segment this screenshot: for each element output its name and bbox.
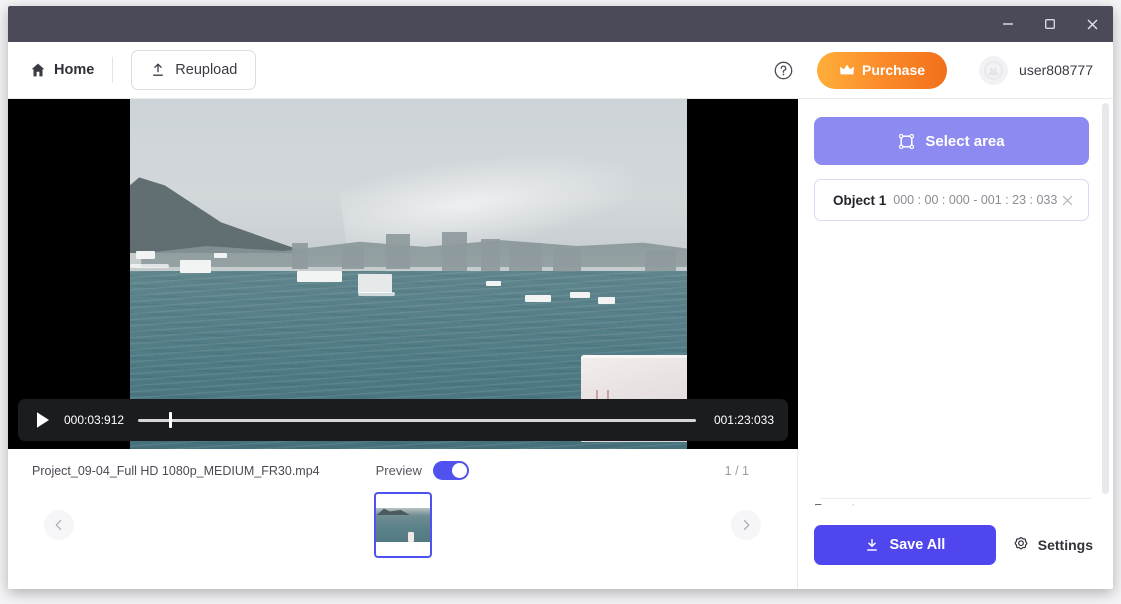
preview-label: Preview	[375, 463, 422, 478]
video-wake	[358, 291, 395, 296]
video-boat	[570, 291, 590, 298]
video-boat	[135, 251, 155, 259]
player-controls: 000:03:912 001:23:033	[18, 399, 788, 441]
avatar	[979, 55, 1009, 85]
right-panel-footer: Save All Settings	[798, 525, 1113, 589]
save-all-label: Save All	[889, 537, 946, 553]
toolbar: Home Reupload Purchase user808777	[8, 42, 1113, 99]
maximize-icon	[1045, 19, 1056, 30]
preview-toggle-group: Preview	[376, 461, 469, 480]
close-icon	[1062, 195, 1072, 205]
upload-icon	[153, 63, 164, 76]
page-indicator: 1 / 1	[724, 463, 749, 478]
object-name: Object 1	[833, 192, 887, 208]
video-boat	[297, 270, 342, 282]
select-area-label: Select area	[925, 132, 1005, 150]
video-building	[508, 242, 543, 273]
thumbnail-boat	[407, 532, 415, 543]
object-time-range: 000 : 00 : 000 - 001 : 23 : 033	[893, 193, 1058, 207]
preview-toggle[interactable]	[432, 461, 469, 480]
help-button[interactable]	[771, 58, 795, 82]
seek-bar[interactable]	[138, 409, 696, 431]
minimize-button[interactable]	[987, 6, 1029, 42]
play-button[interactable]	[32, 409, 54, 431]
help-circle-icon	[774, 61, 792, 79]
right-panel-scrollbar[interactable]	[1102, 103, 1109, 494]
crop-select-icon	[899, 133, 915, 149]
chevron-left-icon	[55, 520, 62, 530]
body-split: 000:03:912 001:23:033 Project_09-04_Full…	[8, 99, 1113, 589]
video-frame[interactable]	[130, 99, 687, 449]
right-panel: Select area Object 1 000 : 00 : 000 - 00…	[798, 99, 1113, 589]
download-icon	[867, 539, 878, 551]
duration-label: 001:23:033	[713, 413, 774, 427]
play-icon	[37, 412, 49, 428]
reupload-label: Reupload	[175, 62, 238, 78]
chevron-right-icon	[743, 520, 750, 530]
reupload-button[interactable]: Reupload	[131, 50, 257, 90]
username-label: user808777	[1019, 62, 1093, 78]
save-all-button[interactable]: Save All	[814, 525, 996, 565]
minimize-icon	[1003, 23, 1013, 25]
purchase-label: Purchase	[862, 62, 926, 78]
next-frame-button[interactable]	[731, 510, 761, 540]
settings-button[interactable]: Settings	[1010, 536, 1095, 554]
video-boat	[358, 274, 392, 293]
video-building	[341, 246, 364, 269]
format-row: Format :	[798, 499, 1113, 525]
gear-icon	[1014, 536, 1028, 550]
video-boat	[597, 296, 615, 304]
user-avatar-icon	[984, 60, 1003, 80]
home-button[interactable]: Home	[30, 62, 112, 78]
crown-icon	[839, 64, 855, 75]
video-stage: 000:03:912 001:23:033	[8, 99, 798, 449]
object-list-item[interactable]: Object 1 000 : 00 : 000 - 001 : 23 : 033	[814, 179, 1089, 221]
filmstrip-header: Project_09-04_Full HD 1080p_MEDIUM_FR30.…	[8, 449, 797, 480]
maximize-button[interactable]	[1029, 6, 1071, 42]
video-building	[480, 239, 501, 271]
frame-thumbnail[interactable]	[373, 492, 432, 558]
window-frame: Home Reupload Purchase user808777 000:03…	[8, 6, 1113, 589]
video-boat	[525, 295, 551, 302]
format-label: Format :	[814, 501, 863, 516]
prev-frame-button[interactable]	[44, 510, 74, 540]
seek-track	[138, 418, 696, 422]
close-button[interactable]	[1071, 6, 1113, 42]
video-building	[386, 233, 410, 269]
video-boat	[486, 281, 501, 286]
video-boat	[180, 260, 211, 273]
video-building	[441, 232, 467, 271]
title-bar	[8, 6, 1113, 42]
filename-label: Project_09-04_Full HD 1080p_MEDIUM_FR30.…	[32, 463, 320, 478]
video-boat	[213, 253, 227, 258]
application-window: Home Reupload Purchase user808777 000:03…	[0, 0, 1121, 604]
remove-object-button[interactable]	[1058, 191, 1076, 209]
filmstrip-row	[8, 488, 797, 562]
filmstrip-panel: Project_09-04_Full HD 1080p_MEDIUM_FR30.…	[8, 449, 798, 589]
right-panel-scroll-area: Select area Object 1 000 : 00 : 000 - 00…	[798, 99, 1113, 498]
settings-label: Settings	[1037, 537, 1093, 553]
user-menu[interactable]: user808777	[979, 55, 1093, 85]
toolbar-divider	[112, 57, 114, 83]
video-wake	[130, 263, 169, 269]
purchase-button[interactable]: Purchase	[817, 51, 948, 89]
current-time-label: 000:03:912	[64, 413, 125, 427]
select-area-button[interactable]: Select area	[814, 117, 1089, 165]
home-icon	[31, 63, 45, 77]
toggle-knob	[451, 463, 467, 478]
video-building	[291, 242, 309, 269]
editor-left-column: 000:03:912 001:23:033 Project_09-04_Full…	[8, 99, 798, 589]
home-label: Home	[54, 62, 95, 78]
seek-playhead[interactable]	[168, 412, 172, 428]
close-icon	[1087, 19, 1097, 29]
